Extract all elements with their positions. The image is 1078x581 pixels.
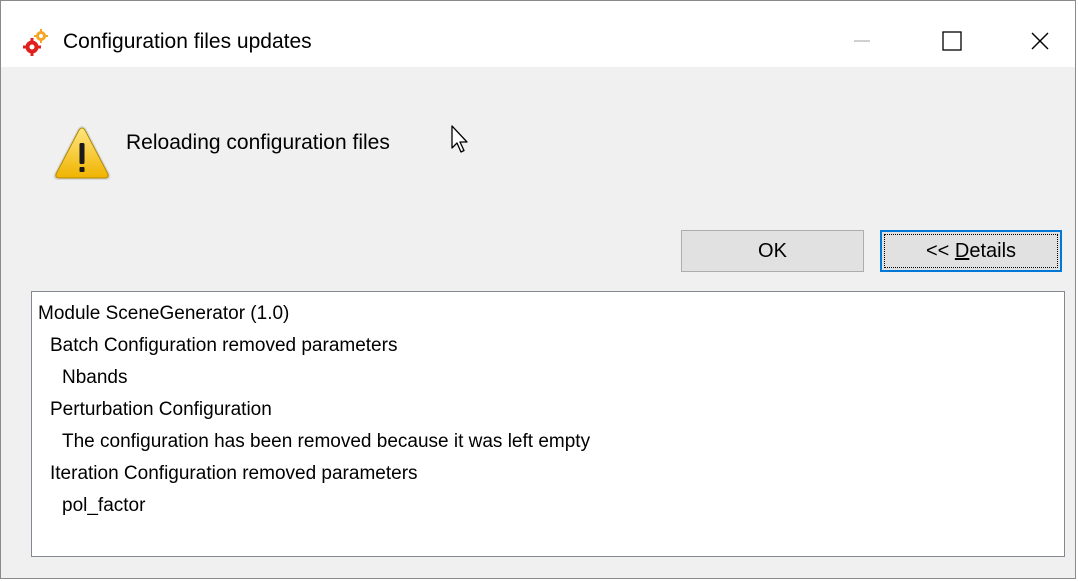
window-title: Configuration files updates [63,30,312,53]
details-rest: etails [969,239,1017,262]
details-prefix: << [925,239,955,262]
gears-icon [23,29,48,56]
details-mnemonic: D [954,239,970,262]
ok-button[interactable]: OK [681,230,864,272]
close-button[interactable] [1011,15,1069,67]
detail-line: The configuration has been removed becau… [62,431,591,452]
detail-line: Iteration Configuration removed paramete… [50,463,418,484]
detail-line: Batch Configuration removed parameters [50,335,398,356]
title-bar[interactable]: Configuration files updates [1,1,1075,67]
dialog-message: Reloading configuration files [126,131,390,154]
details-text-area[interactable]: Module SceneGenerator (1.0) Batch Config… [31,291,1065,557]
maximize-icon [942,31,962,51]
detail-line: pol_factor [62,495,146,516]
minimize-icon [854,40,870,42]
detail-line: Nbands [62,367,128,388]
detail-line: Perturbation Configuration [50,399,272,420]
warning-icon [53,126,111,180]
mouse-cursor-icon [451,125,468,153]
dialog-content: Reloading configuration files OK << Deta… [1,67,1075,578]
close-icon [1031,32,1049,50]
details-button-label: << Details [926,240,1016,263]
details-button[interactable]: << Details [880,230,1062,272]
detail-line: Module SceneGenerator (1.0) [38,303,290,324]
dialog-window: Configuration files updates Reloading co… [0,0,1076,579]
minimize-button[interactable] [833,15,891,67]
maximize-button[interactable] [923,15,981,67]
